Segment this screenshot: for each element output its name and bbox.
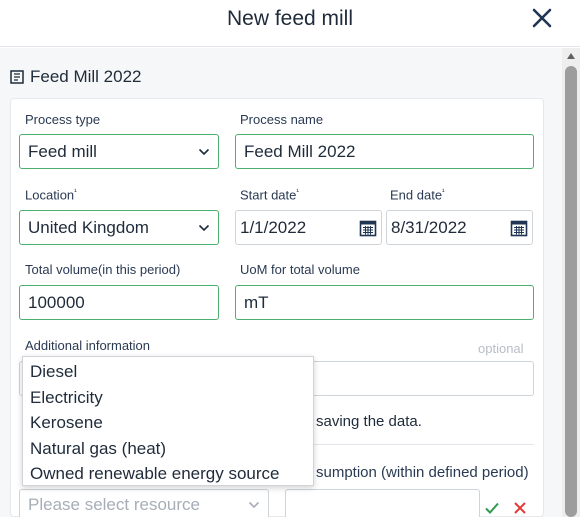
location-label: Location¹ [25,187,77,203]
confirm-check-icon[interactable] [484,500,500,516]
end-date-value: 8/31/2022 [391,217,467,237]
end-date-input[interactable]: 8/31/2022 [386,210,533,245]
save-note-text: saving the data. [316,413,422,430]
total-volume-label: Total volume(in this period) [25,262,181,277]
resource-placeholder: Please select resource [28,495,200,514]
dropdown-option-owned-renewable[interactable]: Owned renewable energy source [23,461,313,487]
dropdown-option-natural-gas[interactable]: Natural gas (heat) [23,436,313,462]
process-type-label: Process type [25,112,101,127]
uom-input[interactable]: mT [235,285,534,320]
dialog-header: New feed mill [0,0,580,47]
chevron-down-icon [198,224,210,231]
start-date-label: Start date¹ [240,187,300,203]
chevron-down-icon [248,501,260,509]
vertical-scrollbar[interactable] [562,48,580,517]
document-icon [10,70,24,84]
uom-value: mT [244,292,269,312]
process-type-select[interactable]: Feed mill [19,134,219,169]
section-title: Feed Mill 2022 [10,67,142,87]
cancel-x-icon[interactable] [512,500,528,516]
resource-select[interactable]: Please select resource [19,489,269,517]
start-date-value: 1/1/2022 [240,217,307,237]
close-icon[interactable] [530,6,554,30]
process-name-value: Feed Mill 2022 [244,141,356,161]
consumption-input[interactable] [285,489,480,517]
process-type-value: Feed mill [28,141,97,161]
chevron-down-icon [198,148,210,155]
end-date-label: End date¹ [390,187,445,203]
calendar-icon[interactable] [359,219,377,237]
resource-dropdown-list: Diesel Electricity Kerosene Natural gas … [22,356,314,486]
dropdown-option-electricity[interactable]: Electricity [23,385,313,411]
calendar-icon[interactable] [510,219,528,237]
dropdown-option-kerosene[interactable]: Kerosene [23,410,313,436]
location-select[interactable]: United Kingdom [19,210,219,245]
process-name-label: Process name [240,112,324,127]
optional-hint: optional [478,341,524,356]
additional-info-label: Additional information [25,338,151,353]
dialog-title: New feed mill [226,7,354,30]
total-volume-input[interactable]: 100000 [19,285,219,320]
uom-label: UoM for total volume [240,262,360,277]
scroll-up-arrow-icon[interactable] [567,53,575,59]
dropdown-option-diesel[interactable]: Diesel [23,359,313,385]
consumption-label: sumption (within defined period) [316,464,529,481]
section-title-text: Feed Mill 2022 [30,67,142,86]
scrollbar-thumb[interactable] [565,66,577,517]
start-date-input[interactable]: 1/1/2022 [235,210,382,245]
total-volume-value: 100000 [28,292,85,312]
section-divider [312,444,534,445]
process-name-input[interactable]: Feed Mill 2022 [235,134,534,169]
location-value: United Kingdom [28,217,149,237]
